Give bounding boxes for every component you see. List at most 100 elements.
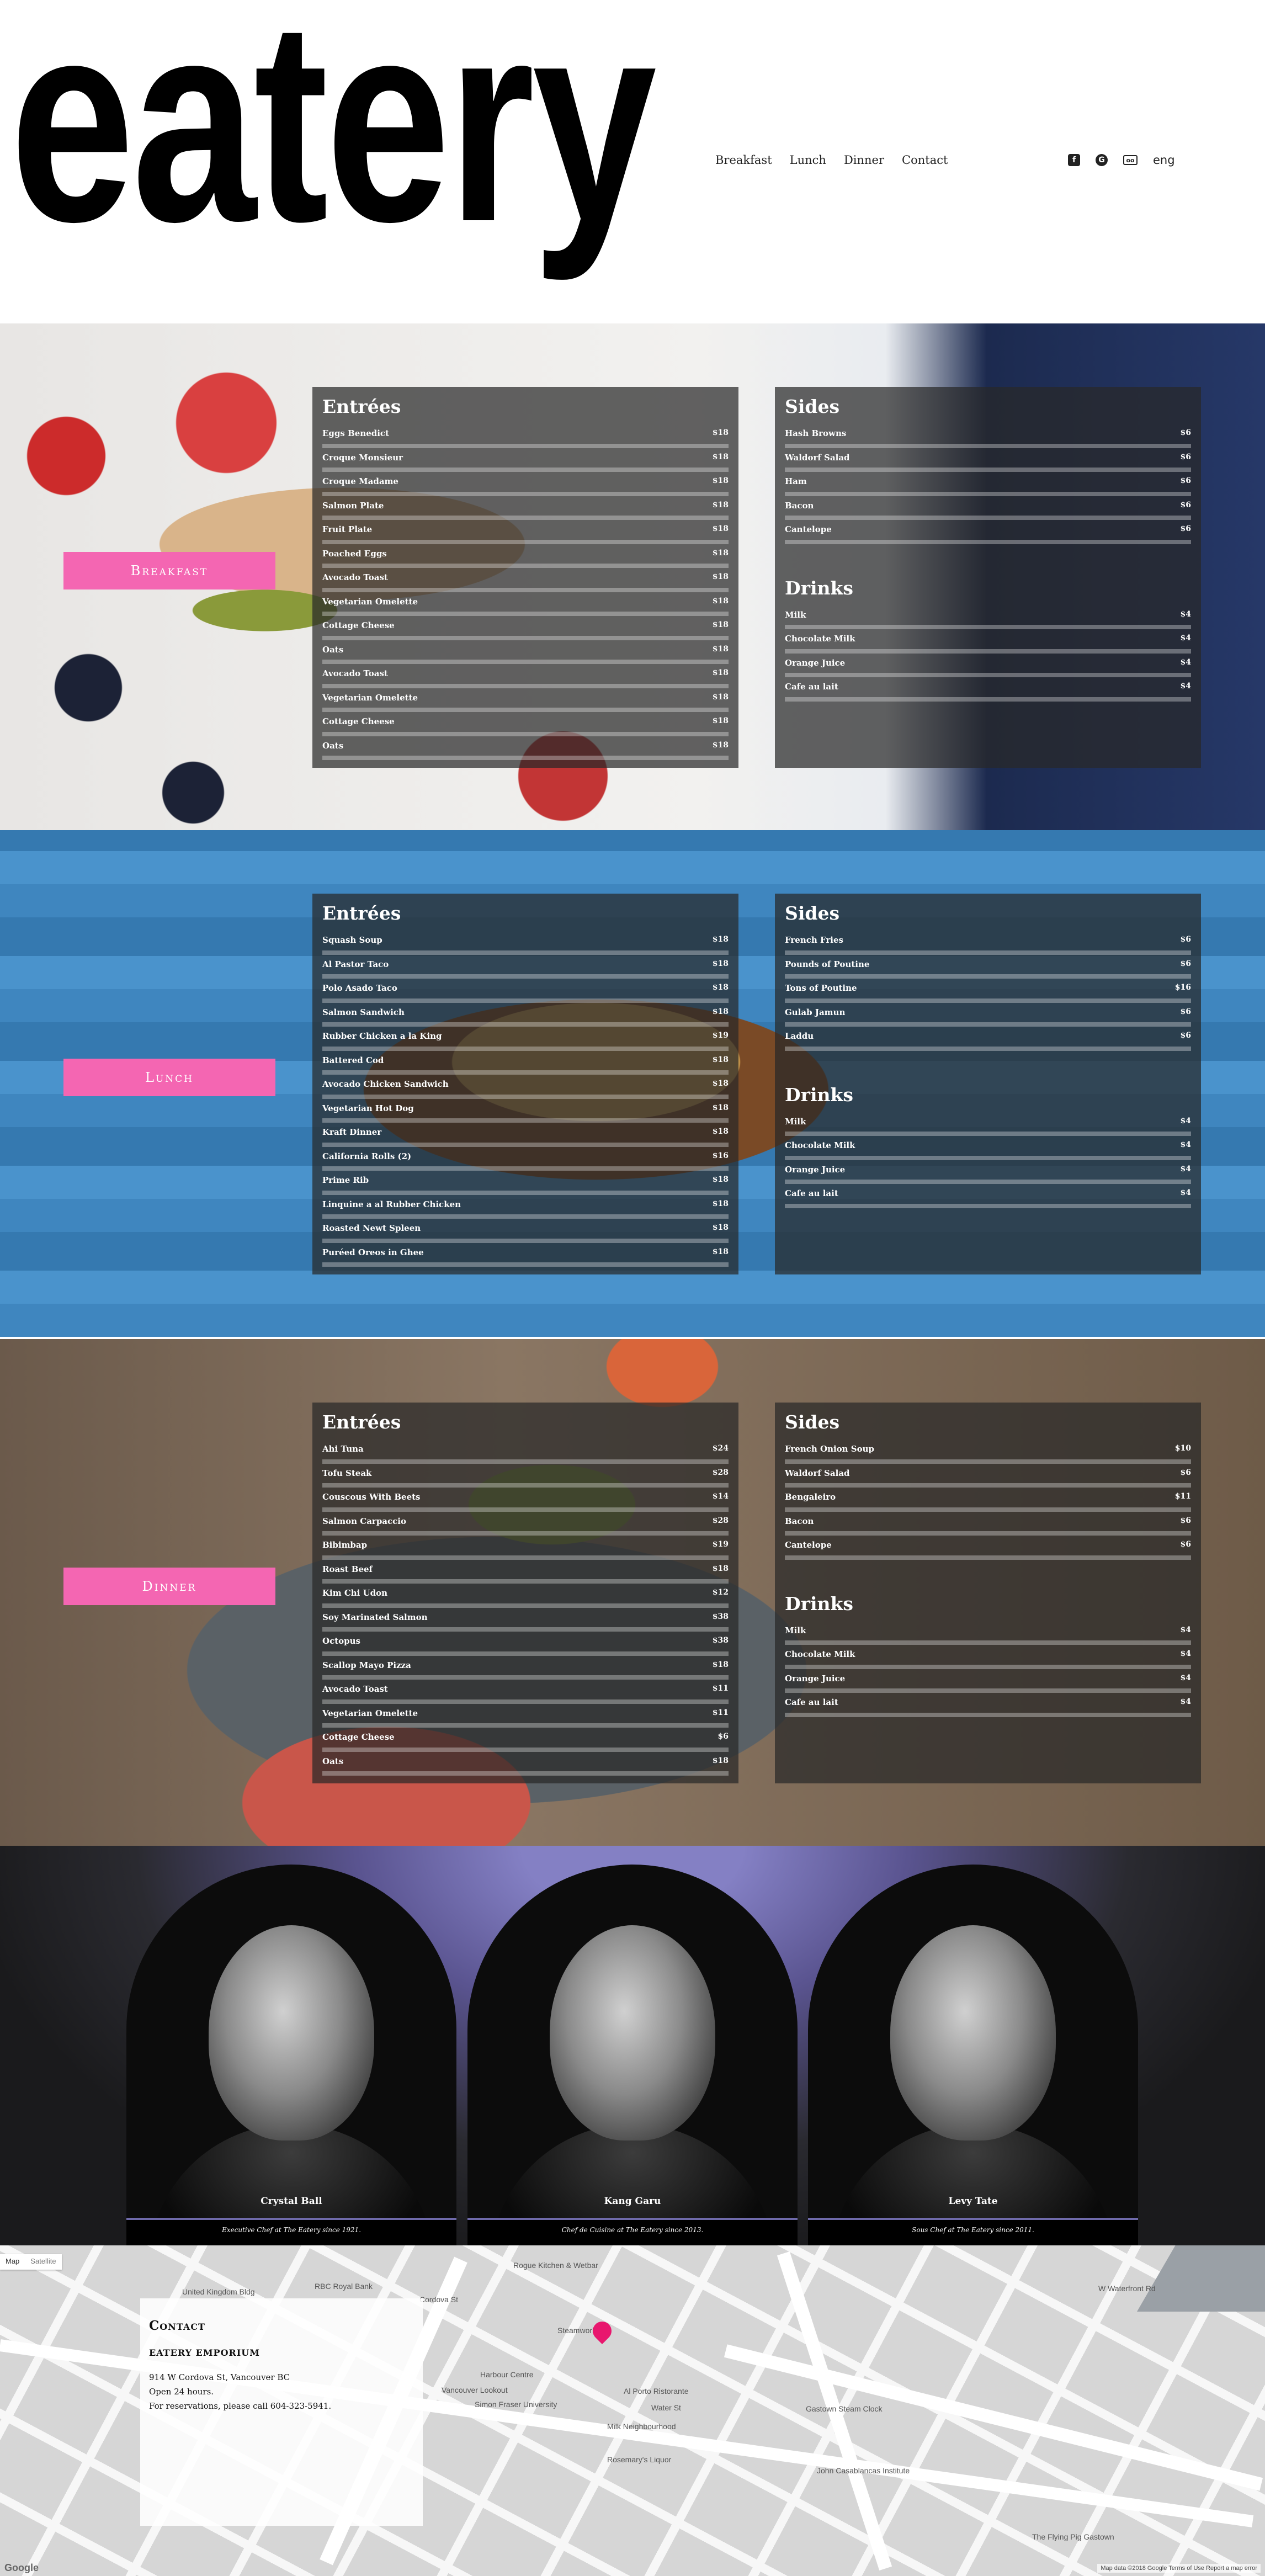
nav-dinner[interactable]: Dinner [844, 153, 884, 167]
menu-item: Ahi Tuna $24 [322, 1440, 729, 1464]
menu-item-price: $6 [1180, 1468, 1191, 1477]
menu-item: Couscous With Beets $14 [322, 1488, 729, 1512]
menu-item-name: Milk [785, 1116, 806, 1127]
menu-item-name: Battered Cod [322, 1055, 384, 1065]
site-logo[interactable]: eatery [10, 0, 657, 265]
menu-item-name: Cottage Cheese [322, 620, 395, 630]
menu-item-price: $18 [712, 1223, 729, 1232]
breakfast-entrees-panel: Entrées Eggs Benedict $18 Croque Monsieur $… [312, 387, 738, 768]
menu-item-name: Waldorf Salad [785, 452, 850, 463]
map-type-satellite[interactable]: Satellite [25, 2254, 61, 2270]
menu-item: Croque Madame $18 [322, 472, 729, 496]
member-name: Kang Garu [604, 2196, 661, 2207]
menu-item-price: $19 [712, 1540, 729, 1549]
menu-item-name: Cafe au lait [785, 1188, 838, 1198]
map-label: United Kingdom Bldg [182, 2287, 255, 2296]
menu-item: Cantelope $6 [785, 1536, 1191, 1560]
menu-item: Ham $6 [785, 472, 1191, 496]
menu-item-name: Roast Beef [322, 1564, 373, 1574]
menu-item: Eggs Benedict $18 [322, 424, 729, 448]
map-road [724, 2344, 1263, 2491]
menu-item-name: Avocado Toast [322, 668, 388, 678]
nav-contact[interactable]: Contact [902, 153, 948, 167]
menu-item-name: Soy Marinated Salmon [322, 1612, 428, 1622]
tripadvisor-icon[interactable]: oo [1123, 155, 1138, 165]
entrees-heading: Entrées [322, 1411, 401, 1433]
menu-item-price: $4 [1180, 1649, 1191, 1658]
lunch-tag[interactable]: Lunch [63, 1059, 275, 1096]
menu-item-name: Bacon [785, 500, 814, 511]
menu-item-name: Gulab Jamun [785, 1007, 846, 1017]
menu-item: Rubber Chicken a la King $19 [322, 1027, 729, 1051]
menu-item: Cafe au lait $4 [785, 677, 1191, 702]
menu-item-price: $4 [1180, 1164, 1191, 1173]
entrees-list: Eggs Benedict $18 Croque Monsieur $18 Croque… [322, 424, 729, 760]
google-plus-icon[interactable]: G [1096, 154, 1108, 166]
menu-item-price: $4 [1180, 1188, 1191, 1197]
menu-item-name: Waldorf Salad [785, 1468, 850, 1478]
menu-item: Vegetarian Omelette $18 [322, 688, 729, 712]
menu-item-price: $38 [712, 1636, 729, 1645]
drinks-list: Milk $4 Chocolate Milk $4 Orange Juice $4 Cafe… [785, 606, 1191, 702]
map-label: Al Porto Ristorante [624, 2387, 689, 2396]
map-label: Rogue Kitchen & Wetbar [513, 2261, 598, 2270]
breakfast-tag[interactable]: Breakfast [63, 552, 275, 589]
menu-item: Vegetarian Hot Dog $18 [322, 1099, 729, 1123]
map-label: Cordova St [419, 2295, 459, 2304]
menu-item: Milk $4 [785, 1112, 1191, 1136]
menu-item-price: $18 [712, 1103, 729, 1112]
breakfast-section: Breakfast Entrées Eggs Benedict $18 Croque… [0, 323, 1265, 830]
menu-item: Cottage Cheese $18 [322, 616, 729, 640]
menu-item-price: $4 [1180, 1116, 1191, 1125]
menu-item-price: $6 [1180, 452, 1191, 461]
nav-lunch[interactable]: Lunch [790, 153, 826, 167]
menu-item-price: $4 [1180, 657, 1191, 667]
menu-item-price: $18 [712, 692, 729, 702]
menu-item-price: $18 [712, 716, 729, 725]
facebook-icon[interactable]: f [1068, 154, 1080, 166]
map-attribution[interactable]: Map data ©2018 Google Terms of Use Repor… [1097, 2564, 1261, 2573]
menu-item-price: $6 [1180, 1540, 1191, 1549]
menu-item-price: $18 [712, 1199, 729, 1208]
map-label: Harbour Centre [480, 2370, 534, 2379]
map-label: Water St [651, 2403, 681, 2412]
nav-breakfast[interactable]: Breakfast [715, 153, 772, 167]
menu-item-price: $6 [1180, 959, 1191, 968]
menu-item: Avocado Toast $11 [322, 1680, 729, 1704]
lunch-entrees-panel: Entrées Squash Soup $18 Al Pastor Taco $18 P… [312, 894, 738, 1274]
menu-item-price: $18 [712, 1175, 729, 1184]
dinner-tag[interactable]: Dinner [63, 1568, 275, 1605]
menu-item-name: California Rolls (2) [322, 1151, 412, 1161]
menu-item: Bibimbap $19 [322, 1536, 729, 1560]
menu-item-name: Avocado Chicken Sandwich [322, 1079, 449, 1089]
menu-item-price: $18 [712, 1564, 729, 1573]
menu-item: Waldorf Salad $6 [785, 1464, 1191, 1488]
menu-item-name: Cafe au lait [785, 1697, 838, 1707]
language-switch[interactable]: eng [1153, 153, 1175, 167]
menu-item-price: $18 [712, 740, 729, 750]
menu-item: Salmon Carpaccio $28 [322, 1512, 729, 1536]
menu-item-price: $4 [1180, 609, 1191, 619]
menu-item-price: $6 [1180, 500, 1191, 509]
menu-item-price: $18 [712, 596, 729, 606]
menu-item-name: Bibimbap [322, 1540, 368, 1550]
menu-item-price: $11 [1174, 1492, 1191, 1501]
menu-item: Milk $4 [785, 1621, 1191, 1645]
menu-item-name: Octopus [322, 1636, 360, 1646]
menu-item: Kim Chi Udon $12 [322, 1584, 729, 1608]
sides-list: French Onion Soup $10 Waldorf Salad $6 Benga… [785, 1440, 1191, 1560]
menu-item: California Rolls (2) $16 [322, 1147, 729, 1171]
menu-item-price: $14 [712, 1492, 729, 1501]
menu-item-name: Vegetarian Hot Dog [322, 1103, 414, 1113]
menu-item-name: Eggs Benedict [322, 428, 389, 438]
menu-item-name: Orange Juice [785, 1673, 846, 1683]
menu-item-name: Laddu [785, 1031, 814, 1041]
menu-item-name: Avocado Toast [322, 1684, 388, 1694]
menu-item-name: Orange Juice [785, 657, 846, 668]
menu-item-name: Kraft Dinner [322, 1127, 382, 1137]
menu-item-name: Pounds of Poutine [785, 959, 870, 969]
sides-list: French Fries $6 Pounds of Poutine $6 Tons of… [785, 931, 1191, 1051]
menu-item-name: Salmon Plate [322, 500, 384, 511]
map-type-map[interactable]: Map [0, 2254, 25, 2270]
menu-item-price: $6 [1180, 428, 1191, 437]
